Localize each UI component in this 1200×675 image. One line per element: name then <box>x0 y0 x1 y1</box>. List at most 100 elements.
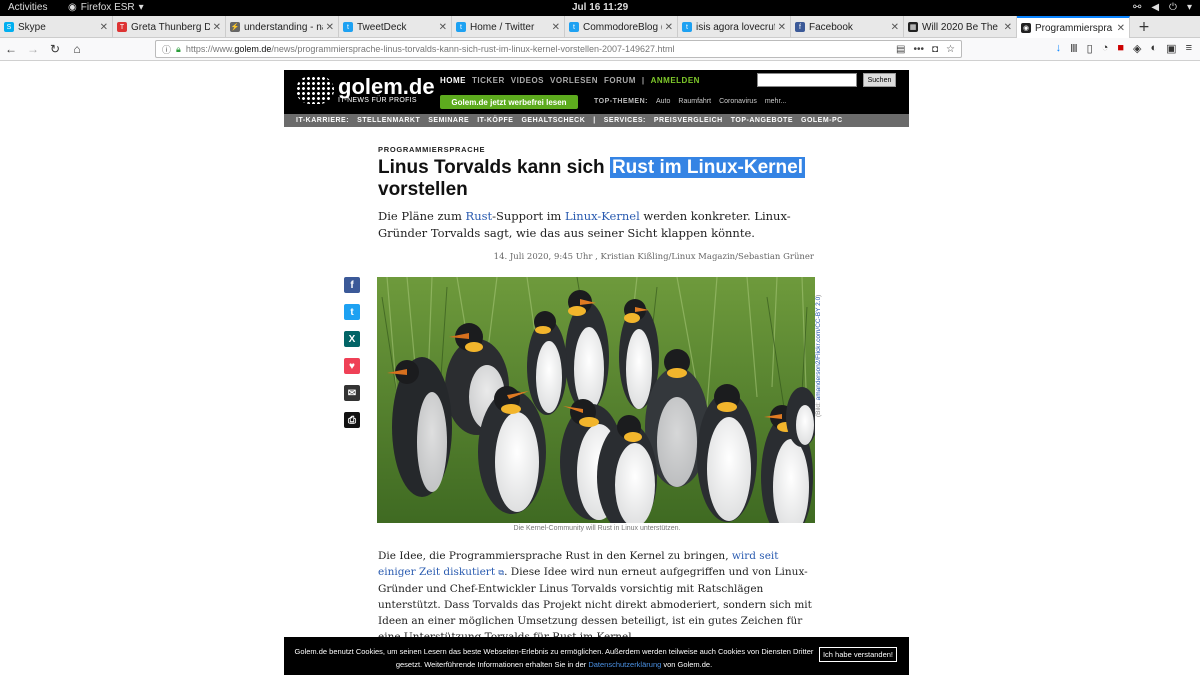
subnav-label: | <box>593 117 596 124</box>
back-button[interactable]: ← <box>0 42 22 56</box>
privacy-link[interactable]: Datenschutzerklärung <box>588 660 661 669</box>
nav-item[interactable]: ANMELDEN <box>651 76 700 85</box>
golem-logo[interactable]: golem.de IT-NEWS FÜR PROFIS <box>296 75 435 104</box>
browser-tab[interactable]: ⚡ understanding - na ✕ <box>226 16 339 38</box>
close-tab-icon[interactable]: ✕ <box>778 22 786 33</box>
tab-label: Will 2020 Be The <box>922 21 998 33</box>
main-nav: HOME TICKER VIDEOS VORLESEN FORUM | ANMELDEN <box>440 76 700 85</box>
logo-dots-icon <box>296 76 334 104</box>
close-tab-icon[interactable]: ✕ <box>326 22 334 33</box>
search-input[interactable] <box>757 73 857 87</box>
twitter-icon[interactable]: t <box>344 304 360 320</box>
xing-icon[interactable]: X <box>344 331 360 347</box>
pocket-icon[interactable]: ♥ <box>344 358 360 374</box>
title-part: Linus Torvalds kann sich <box>378 157 610 178</box>
close-tab-icon[interactable]: ✕ <box>1004 22 1012 33</box>
browser-tab[interactable]: ◉ Programmierspra ✕ <box>1017 16 1130 38</box>
reload-button[interactable]: ↻ <box>44 42 66 56</box>
extension-icon[interactable]: ▣ <box>1166 42 1176 55</box>
app-menu[interactable]: ◉ Firefox ESR ▾ <box>68 2 144 13</box>
browser-tab[interactable]: t CommodoreBlog (✕ <box>565 16 678 38</box>
browser-tab[interactable]: t Home / Twitter ✕ <box>452 16 565 38</box>
tab-label: Skype <box>18 21 46 33</box>
browser-tab[interactable]: T Greta Thunberg Dr ✕ <box>113 16 226 38</box>
top-theme-link[interactable]: mehr... <box>765 98 786 105</box>
close-tab-icon[interactable]: ✕ <box>100 22 108 33</box>
top-themen-label: TOP-THEMEN: <box>594 98 648 105</box>
print-icon[interactable]: ⎙ <box>344 412 360 428</box>
pocket-save-icon[interactable]: ◘ <box>932 44 938 55</box>
downloads-icon[interactable]: ↓ <box>1056 42 1062 55</box>
close-tab-icon[interactable]: ✕ <box>891 22 899 33</box>
clock[interactable]: Jul 16 11:29 <box>572 2 628 13</box>
nav-item[interactable]: VORLESEN <box>550 76 598 85</box>
search-button[interactable]: Suchen <box>863 73 896 87</box>
browser-tab[interactable]: t isis agora lovecruft ✕ <box>678 16 791 38</box>
credit-link[interactable]: amanderson2/Flickr.com/CC-BY 2.0 <box>815 297 822 401</box>
extension-icon[interactable]: ◈ <box>1133 42 1141 55</box>
adfree-button[interactable]: Golem.de jetzt werbefrei lesen <box>440 95 578 109</box>
page-actions-icon[interactable]: ••• <box>913 44 924 55</box>
subnav-label: IT-KARRIERE: <box>296 117 350 124</box>
tab-label: Facebook <box>809 21 853 33</box>
close-tab-icon[interactable]: ✕ <box>213 22 221 33</box>
facebook-icon[interactable]: f <box>344 277 360 293</box>
cookie-text: Golem.de benutzt Cookies, um seinen Lese… <box>294 645 814 671</box>
browser-tab[interactable]: ▦ Will 2020 Be The ✕ <box>904 16 1017 38</box>
forward-button[interactable]: → <box>22 42 44 56</box>
body-text: Die Idee, die Programmiersprache Rust in… <box>378 550 732 562</box>
home-button[interactable]: ⌂ <box>66 42 88 56</box>
browser-tab[interactable]: t TweetDeck ✕ <box>339 16 452 38</box>
close-tab-icon[interactable]: ✕ <box>439 22 447 33</box>
info-icon[interactable]: ⓘ <box>162 43 171 56</box>
tab-favicon-icon: ⚡ <box>230 22 240 32</box>
nav-item[interactable]: HOME <box>440 76 466 85</box>
sidebar-icon[interactable]: ▯ <box>1087 42 1093 55</box>
reader-view-icon[interactable]: ▤ <box>896 44 905 55</box>
top-themen: TOP-THEMEN: Auto Raumfahrt Coronavirus mehr… <box>594 98 786 105</box>
nav-item[interactable]: VIDEOS <box>511 76 544 85</box>
email-icon[interactable]: ✉ <box>344 385 360 401</box>
extension-icon[interactable]: ■ <box>1117 42 1124 55</box>
subnav-link[interactable]: TOP-ANGEBOTE <box>731 117 793 124</box>
top-theme-link[interactable]: Auto <box>656 98 670 105</box>
menu-icon[interactable]: ≡ <box>1186 42 1192 55</box>
subnav-link[interactable]: PREISVERGLEICH <box>654 117 723 124</box>
sync-icon[interactable]: ◔ <box>1102 42 1109 55</box>
penguins-illustration <box>377 277 815 523</box>
article-title: Linus Torvalds kann sich Rust im Linux-K… <box>378 157 838 201</box>
top-theme-link[interactable]: Raumfahrt <box>678 98 711 105</box>
page-content: golem.de IT-NEWS FÜR PROFIS HOME TICKER VI… <box>0 62 1200 675</box>
browser-tab[interactable]: S Skype ✕ <box>0 16 113 38</box>
article-image-penguins[interactable] <box>377 277 815 523</box>
close-tab-icon[interactable]: ✕ <box>665 22 673 33</box>
tab-label: Home / Twitter <box>470 21 535 33</box>
new-tab-button[interactable]: + <box>1130 16 1158 37</box>
tab-label: isis agora lovecruft <box>696 21 775 33</box>
subnav-link[interactable]: IT-KÖPFE <box>477 117 513 124</box>
nav-item[interactable]: TICKER <box>472 76 505 85</box>
browser-tab[interactable]: f Facebook ✕ <box>791 16 904 38</box>
close-tab-icon[interactable]: ✕ <box>552 22 560 33</box>
top-theme-link[interactable]: Coronavirus <box>719 98 757 105</box>
teaser-text: Die Pläne zum <box>378 209 466 223</box>
rust-link[interactable]: Rust <box>466 209 493 223</box>
subnav-link[interactable]: SEMINARE <box>428 117 469 124</box>
lock-icon[interactable]: 🔒︎ <box>176 44 181 55</box>
subnav-link[interactable]: STELLENMARKT <box>357 117 420 124</box>
activities-button[interactable]: Activities <box>8 2 47 13</box>
url-bar[interactable]: ⓘ 🔒︎ https://www. golem.de/news/programmi… <box>155 40 962 58</box>
subnav-link[interactable]: GOLEM-PC <box>801 117 843 124</box>
chevron-down-icon: ▾ <box>1186 2 1192 13</box>
close-tab-icon[interactable]: ✕ <box>1117 23 1125 34</box>
linux-kernel-link[interactable]: Linux-Kernel <box>565 209 640 223</box>
subnav-link[interactable]: GEHALTSCHECK <box>521 117 585 124</box>
bookmark-star-icon[interactable]: ☆ <box>946 44 955 55</box>
extension-icon[interactable]: ◐ <box>1151 42 1158 55</box>
cookie-accept-button[interactable]: Ich habe verstanden! <box>819 647 897 662</box>
nav-item[interactable]: FORUM <box>604 76 636 85</box>
golem-header: golem.de IT-NEWS FÜR PROFIS HOME TICKER VI… <box>284 70 909 114</box>
library-icon[interactable]: Ⅲ <box>1070 42 1078 55</box>
image-caption: Die Kernel-Community will Rust in Linux … <box>513 525 681 532</box>
system-tray[interactable]: ⚯ ◀ ⏻ ▾ <box>1133 2 1192 13</box>
